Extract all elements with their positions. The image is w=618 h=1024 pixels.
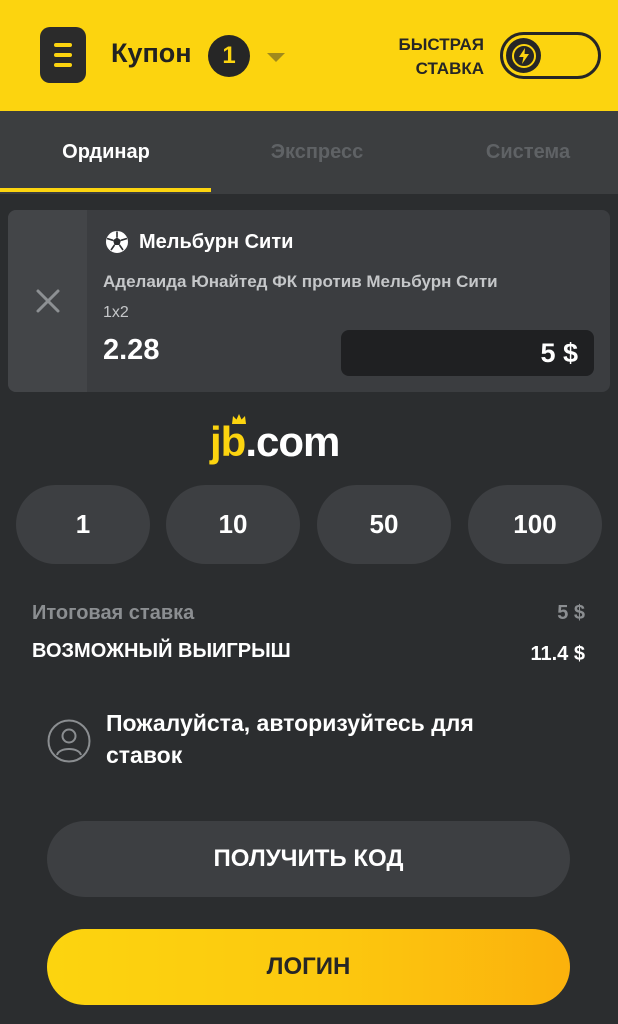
menu-icon-bar [54,53,72,57]
remove-bet-button[interactable] [8,210,87,392]
quick-amount-100[interactable]: 100 [468,485,602,564]
login-button[interactable]: ЛОГИН [47,929,570,1005]
coupon-header: Купон 1 БЫСТРАЯ СТАВКА [0,0,618,111]
odds-value: 2.28 [103,334,160,366]
soccer-ball-icon [106,231,128,253]
quick-bet-label: БЫСТРАЯ СТАВКА [380,33,484,81]
lightning-icon [511,43,536,68]
stake-input[interactable]: 5 $ [341,330,594,376]
quick-bet-label-line2: СТАВКА [415,59,484,78]
crown-icon [232,414,246,424]
total-stake-value: 5 $ [557,602,585,624]
user-icon [47,719,91,763]
match-name: Аделаида Юнайтед ФК против Мельбурн Сити [103,272,498,291]
menu-button[interactable] [40,27,86,83]
toggle-knob [506,38,541,73]
quick-amount-10[interactable]: 10 [166,485,300,564]
get-code-button[interactable]: ПОЛУЧИТЬ КОД [47,821,570,897]
quick-bet-toggle[interactable] [500,32,601,79]
menu-icon [54,43,72,47]
quick-amount-1[interactable]: 1 [16,485,150,564]
coupon-title[interactable]: Купон [111,38,192,69]
coupon-count-badge: 1 [208,35,250,77]
menu-icon-bar [54,63,72,67]
market-name: 1x2 [103,304,129,321]
quick-amount-50[interactable]: 50 [317,485,451,564]
tab-single[interactable]: Ординар [3,111,209,194]
tab-express[interactable]: Экспресс [214,111,420,194]
auth-message: Пожалуйста, авторизуйтесь для ставок [106,710,474,768]
bet-card: Мельбурн Сити Аделаида Юнайтед ФК против… [8,210,610,392]
close-icon [36,289,59,313]
potential-win-label: ВОЗМОЖНЫЙ ВЫИГРЫШ [32,640,291,662]
active-tab-indicator [0,188,211,192]
total-stake-label: Итоговая ставка [32,602,195,624]
bet-type-tabs: Ординар Экспресс Система [0,111,618,194]
logo-domain: .com [245,418,340,465]
quick-bet-label-line1: БЫСТРАЯ [398,35,484,54]
tab-system[interactable]: Система [425,111,618,194]
potential-win-value: 11.4 $ [530,643,585,665]
team-name: Мельбурн Сити [139,230,294,253]
logo-jb: jb [210,418,246,465]
brand-logo: jb.com [210,418,340,466]
selected-team: Мельбурн Сити [105,230,293,254]
chevron-down-icon[interactable] [267,53,285,62]
